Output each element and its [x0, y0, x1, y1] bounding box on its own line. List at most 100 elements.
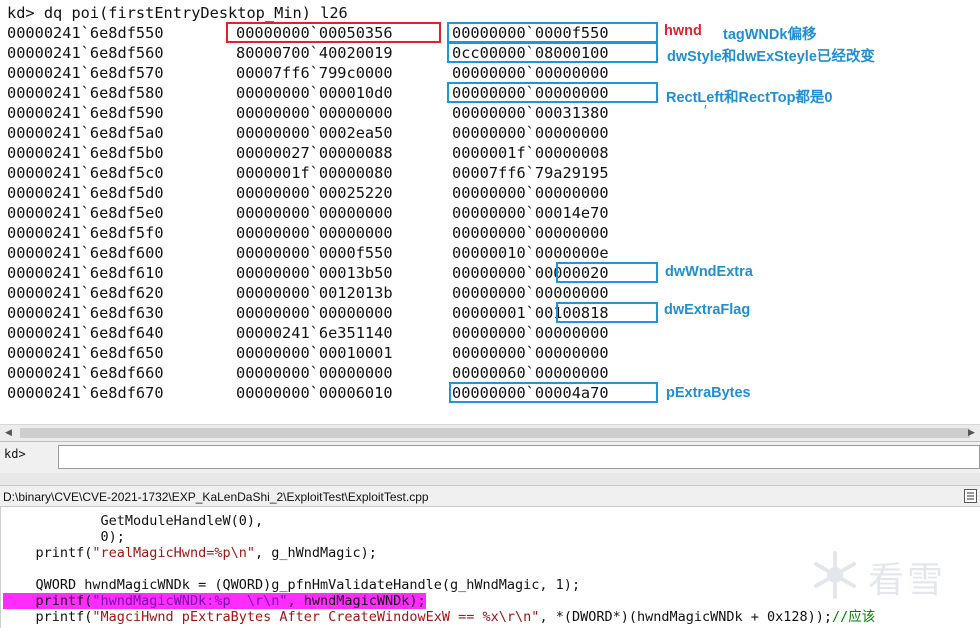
memory-row: 00000241`6e8df570 00007ff6`799c0000 000000… [7, 63, 609, 83]
command-line: kd> dq poi(firstEntryDesktop_Min) l26 [7, 4, 348, 22]
row-address: 00000241`6e8df560 [7, 44, 164, 62]
row-address: 00000241`6e8df610 [7, 264, 164, 282]
scrollbar-thumb[interactable] [20, 428, 970, 438]
snowflake-logo-icon [814, 551, 856, 599]
row-qword-2: 00000000`00031380 [452, 104, 609, 122]
memory-row: 00000241`6e8df660 00000000`00000000 000000… [7, 363, 609, 383]
extrabytes-annotation: pExtraBytes [666, 385, 751, 401]
memory-row: 00000241`6e8df620 00000000`0012013b 000000… [7, 283, 609, 303]
horizontal-scrollbar[interactable]: ◀ ▶ [0, 424, 980, 441]
row-qword-1: 00000000`00000000 [236, 304, 393, 322]
memory-row: 00000241`6e8df5e0 00000000`00000000 000000… [7, 203, 609, 223]
row-address: 00000241`6e8df580 [7, 84, 164, 102]
row-address: 00000241`6e8df5d0 [7, 184, 164, 202]
style-annotation: dwStyle和dwExSteyle已经改变 [667, 49, 875, 65]
memory-row: 00000241`6e8df590 00000000`00000000 000000… [7, 103, 609, 123]
row-qword-2: 00000000`00000000 [452, 64, 609, 82]
row-qword-1: 00000000`00000000 [236, 224, 393, 242]
hwnd-annotation: hwnd [664, 23, 702, 39]
tagwndk-offset-highlight-box [447, 22, 658, 43]
row-address: 00000241`6e8df660 [7, 364, 164, 382]
row-qword-1: 00000000`000010d0 [236, 84, 393, 102]
stray-tick-mark: ′ [704, 103, 707, 119]
hwnd-highlight-box [226, 22, 441, 43]
watermark-text: 看雪 [868, 560, 947, 601]
code-line: printf("MagciHwnd pExtraBytes After Crea… [3, 609, 876, 625]
window-menu-icon[interactable] [964, 489, 977, 503]
memory-row: 00000241`6e8df640 00000241`6e351140 000000… [7, 323, 609, 343]
memory-row: 00000241`6e8df670 00000000`00006010 000000… [7, 383, 609, 403]
scroll-left-arrow-icon[interactable]: ◀ [0, 425, 17, 441]
row-address: 00000241`6e8df5b0 [7, 144, 164, 162]
code-line: printf("realMagicHwnd=%p\n", g_hWndMagic… [3, 545, 377, 561]
memory-row: 00000241`6e8df630 00000000`00000000 000000… [7, 303, 609, 323]
memory-row: 00000241`6e8df5b0 00000027`00000088 000000… [7, 143, 609, 163]
row-qword-1: 00000000`00006010 [236, 384, 393, 402]
source-window-titlebar: D:\binary\CVE\CVE-2021-1732\EXP_KaLenDaS… [0, 485, 980, 507]
command-output-pane: kd> dq poi(firstEntryDesktop_Min) l26 00… [0, 0, 980, 424]
row-address: 00000241`6e8df5e0 [7, 204, 164, 222]
row-qword-2: 00000000`00000000 [452, 224, 609, 242]
memory-row: 00000241`6e8df560 80000700`40020019 0cc000… [7, 43, 609, 63]
extraflag-highlight-box [556, 302, 658, 323]
memory-row: 00000241`6e8df550 00000000`00050356 000000… [7, 23, 609, 43]
row-qword-1: 00000027`00000088 [236, 144, 393, 162]
row-qword-2: 0000001f`00000008 [452, 144, 609, 162]
row-address: 00000241`6e8df650 [7, 344, 164, 362]
row-qword-2: 00000000`00014e70 [452, 204, 609, 222]
rect-highlight-box [447, 82, 658, 103]
row-address: 00000241`6e8df590 [7, 104, 164, 122]
scroll-right-arrow-icon[interactable]: ▶ [963, 425, 980, 441]
row-address: 00000241`6e8df620 [7, 284, 164, 302]
row-qword-2: 00000010`0000000e [452, 244, 609, 262]
memory-row: 00000241`6e8df600 00000000`0000f550 000000… [7, 243, 609, 263]
memory-row: 00000241`6e8df5c0 0000001f`00000080 00007f… [7, 163, 609, 183]
code-line: 0); [3, 529, 125, 545]
wndextra-highlight-box [556, 262, 658, 283]
row-address: 00000241`6e8df630 [7, 304, 164, 322]
row-address: 00000241`6e8df670 [7, 384, 164, 402]
row-qword-2: 00000000`00000000 [452, 344, 609, 362]
row-qword-1: 00000000`00013b50 [236, 264, 393, 282]
source-file-path: D:\binary\CVE\CVE-2021-1732\EXP_KaLenDaS… [3, 490, 429, 504]
row-qword-1: 00000000`00010001 [236, 344, 393, 362]
code-line: QWORD hwndMagicWNDk = (QWORD)g_pfnHmVali… [3, 577, 581, 593]
memory-row: 00000241`6e8df580 00000000`000010d0 000000… [7, 83, 609, 103]
row-qword-1: 00000000`00025220 [236, 184, 393, 202]
row-qword-2: 00000000`00000000 [452, 324, 609, 342]
extraflag-annotation: dwExtraFlag [664, 302, 751, 318]
memory-row: 00000241`6e8df610 00000000`00013b50 000000… [7, 263, 609, 283]
row-address: 00000241`6e8df5f0 [7, 224, 164, 242]
row-qword-1: 00000241`6e351140 [236, 324, 393, 342]
row-qword-2: 00007ff6`79a29195 [452, 164, 609, 182]
row-qword-1: 00000000`0012013b [236, 284, 393, 302]
row-qword-1: 00000000`00000000 [236, 364, 393, 382]
row-qword-1: 00000000`0002ea50 [236, 124, 393, 142]
row-qword-1: 00000000`0000f550 [236, 244, 393, 262]
row-qword-2: 00000000`00000000 [452, 284, 609, 302]
memory-row: 00000241`6e8df5d0 00000000`00025220 000000… [7, 183, 609, 203]
row-qword-1: 00000000`00000000 [236, 204, 393, 222]
memory-row: 00000241`6e8df5f0 00000000`00000000 000000… [7, 223, 609, 243]
pane-splitter[interactable] [0, 473, 980, 485]
row-address: 00000241`6e8df640 [7, 324, 164, 342]
highlighted-code-line: printf("hwndMagicWNDk:%p \r\n", hwndMagi… [3, 593, 426, 609]
row-qword-1: 80000700`40020019 [236, 44, 393, 62]
row-address: 00000241`6e8df5a0 [7, 124, 164, 142]
extrabytes-highlight-box [449, 382, 658, 403]
row-address: 00000241`6e8df550 [7, 24, 164, 42]
row-qword-2: 00000000`00000000 [452, 124, 609, 142]
row-qword-2: 00000000`00000000 [452, 184, 609, 202]
command-input-bar: kd> [0, 441, 980, 473]
style-highlight-box [447, 42, 658, 63]
row-address: 00000241`6e8df570 [7, 64, 164, 82]
command-prompt: kd> [4, 447, 26, 461]
command-input[interactable] [58, 445, 980, 469]
kanxue-watermark: 看雪 [808, 548, 980, 604]
row-qword-2: 00000060`00000000 [452, 364, 609, 382]
memory-row: 00000241`6e8df5a0 00000000`0002ea50 000000… [7, 123, 609, 143]
code-line: GetModuleHandleW(0), [3, 513, 264, 529]
row-address: 00000241`6e8df5c0 [7, 164, 164, 182]
row-address: 00000241`6e8df600 [7, 244, 164, 262]
memory-row: 00000241`6e8df650 00000000`00010001 000000… [7, 343, 609, 363]
